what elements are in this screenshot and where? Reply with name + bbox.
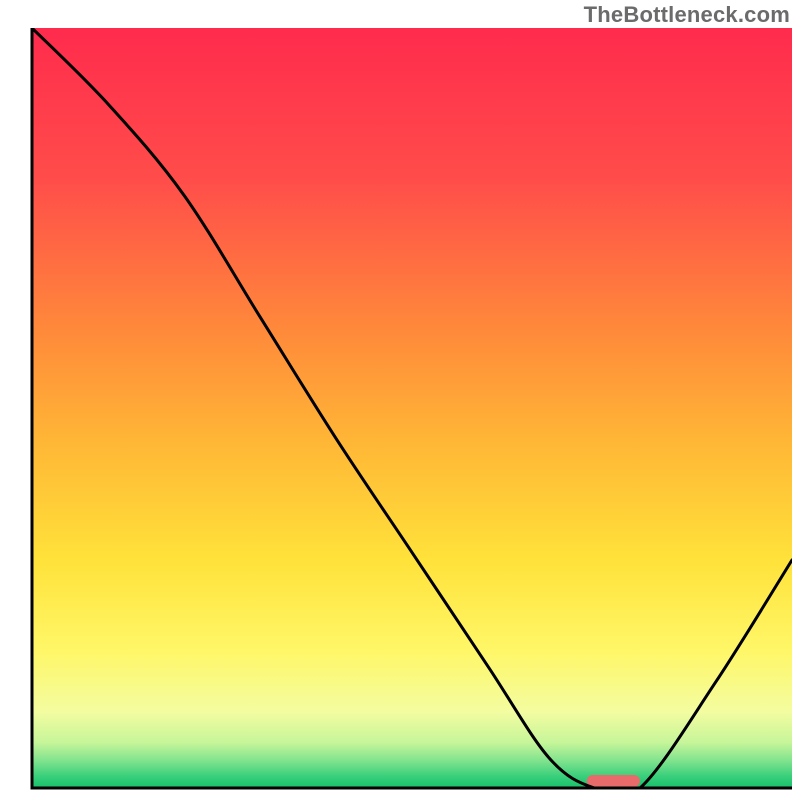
chart-container: TheBottleneck.com <box>0 0 800 800</box>
gradient-background <box>32 28 792 788</box>
watermark-text: TheBottleneck.com <box>584 2 790 28</box>
bottleneck-chart <box>0 0 800 800</box>
optimal-range-marker <box>587 775 640 787</box>
